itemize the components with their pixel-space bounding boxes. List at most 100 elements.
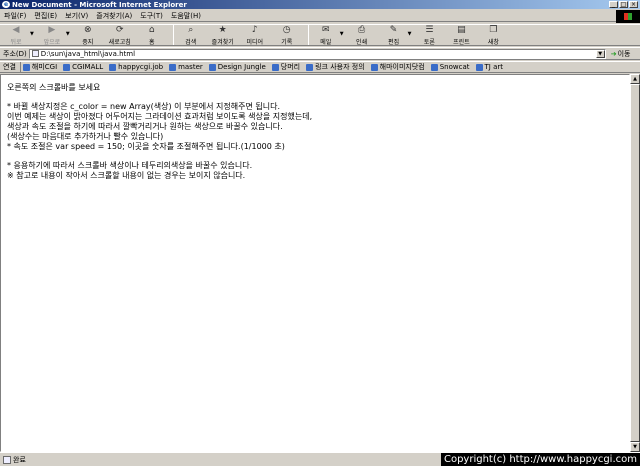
history-label: 기록	[281, 39, 293, 46]
print-preview-icon: ▤	[457, 25, 466, 35]
link-item[interactable]: Snowcat	[430, 63, 470, 71]
link-page-icon	[271, 63, 279, 71]
history-button[interactable]: ◷ 기록	[273, 25, 301, 46]
print-preview-button[interactable]: ▤ 프린트	[447, 25, 475, 46]
scroll-up-icon[interactable]: ▲	[630, 74, 640, 84]
back-arrow-icon: ◀	[12, 25, 20, 35]
page-icon	[31, 50, 39, 57]
link-page-icon	[430, 63, 438, 71]
forward-label: 앞으로	[43, 39, 61, 46]
edit-dropdown-icon[interactable]: ▼	[408, 31, 412, 37]
stop-icon: ⊗	[83, 25, 92, 35]
media-icon: ♪	[251, 25, 258, 35]
link-label: TJ art	[484, 63, 503, 71]
back-dropdown-icon[interactable]: ▼	[30, 31, 34, 37]
vertical-scrollbar[interactable]: ▲ ▼	[630, 74, 640, 452]
print-label: 인쇄	[356, 39, 368, 46]
link-label: 해미CGI	[31, 63, 58, 71]
new-window-icon: ❐	[489, 25, 498, 35]
links-bar: 연결 해미CGI CGIMALL happycgi.job master Des…	[0, 61, 640, 73]
content-line: 이번 예제는 색상이 밝아졌다 어두어지는 그라데이션 효과처럼 보이도록 색상…	[7, 112, 313, 121]
edit-label: 편집	[388, 39, 400, 46]
address-input[interactable]	[40, 49, 581, 58]
menu-favorites[interactable]: 즐겨찾기(A)	[96, 11, 132, 21]
menu-tools[interactable]: 도구(T)	[140, 11, 163, 21]
forward-button[interactable]: ▶ 앞으로	[38, 25, 66, 46]
status-bar: 완료 Copyright(c) http://www.happycgi.com	[0, 452, 640, 466]
maximize-button[interactable]: □	[619, 1, 628, 8]
link-item[interactable]: happycgi.job	[109, 63, 163, 71]
link-item[interactable]: 당머리	[271, 62, 301, 72]
content-heading: 오른쪽의 스크롤바를 보세요	[7, 83, 101, 92]
go-arrow-icon: ➔	[610, 49, 617, 58]
forward-dropdown-icon[interactable]: ▼	[66, 31, 70, 37]
link-item[interactable]: CGIMALL	[63, 63, 103, 71]
favorites-star-icon: ★	[218, 25, 227, 35]
mail-icon: ✉	[321, 25, 330, 35]
copyright-watermark: Copyright(c) http://www.happycgi.com	[440, 453, 640, 466]
link-page-icon	[208, 63, 216, 71]
home-button[interactable]: ⌂ 홈	[138, 25, 166, 46]
back-button[interactable]: ◀ 뒤로	[2, 25, 30, 46]
print-button[interactable]: ⎙ 인쇄	[348, 25, 376, 46]
search-icon: ⌕	[188, 25, 194, 35]
link-item[interactable]: 해미CGI	[22, 62, 58, 72]
link-page-icon	[63, 63, 71, 71]
menu-bar: 파일(F) 편집(E) 보기(V) 즐겨찾기(A) 도구(T) 도움말(H)	[0, 10, 640, 22]
search-button[interactable]: ⌕ 검색	[177, 25, 205, 46]
link-item[interactable]: Design Jungle	[208, 63, 266, 71]
edit-icon: ✎	[389, 25, 398, 35]
menu-view[interactable]: 보기(V)	[65, 11, 88, 21]
new-window-button[interactable]: ❐ 새창	[479, 25, 507, 46]
toolbar-divider	[307, 25, 309, 45]
content-line: * 응용하기에 따라서 스크롤바 색상이나 테두리의색상을 바꿀수 있습니다.	[7, 161, 253, 170]
link-label: Snowcat	[439, 63, 470, 71]
link-item[interactable]: 해마이미지닷컴	[370, 62, 425, 72]
menu-help[interactable]: 도움말(H)	[171, 11, 201, 21]
menu-file[interactable]: 파일(F)	[4, 11, 26, 21]
link-label: 해마이미지닷컴	[379, 63, 425, 71]
media-button[interactable]: ♪ 미디어	[241, 25, 269, 46]
address-dropdown-icon[interactable]: ▼	[595, 49, 605, 58]
link-item[interactable]: TJ art	[475, 63, 503, 71]
window-title: New Document - Microsoft Internet Explor…	[12, 0, 187, 9]
mail-button[interactable]: ✉ 메일	[312, 25, 340, 46]
scroll-thumb[interactable]	[630, 84, 640, 442]
page-content: 오른쪽의 스크롤바를 보세요 * 바뀔 색상지정은 c_color = new …	[0, 74, 630, 452]
toolbar-divider	[172, 25, 174, 45]
go-label: 이동	[617, 49, 631, 58]
stop-button[interactable]: ⊗ 중지	[74, 25, 102, 46]
go-button[interactable]: ➔ 이동	[611, 49, 631, 59]
minimize-button[interactable]: _	[609, 1, 618, 8]
link-label: 당머리	[280, 63, 301, 71]
link-item[interactable]: master	[169, 63, 203, 71]
links-label: 연결	[0, 62, 21, 72]
windows-logo-icon	[616, 10, 640, 23]
discuss-button[interactable]: ☰ 토론	[415, 25, 443, 46]
title-bar: e New Document - Microsoft Internet Expl…	[0, 0, 640, 9]
edit-button[interactable]: ✎ 편집	[380, 25, 408, 46]
mail-dropdown-icon[interactable]: ▼	[340, 31, 344, 37]
menu-edit[interactable]: 편집(E)	[34, 11, 57, 21]
discuss-icon: ☰	[425, 25, 434, 35]
home-icon: ⌂	[148, 25, 155, 35]
forward-arrow-icon: ▶	[48, 25, 56, 35]
content-line: * 바뀔 색상지정은 c_color = new Array(색상) 이 부분에…	[7, 102, 281, 111]
scroll-down-icon[interactable]: ▼	[630, 442, 640, 452]
new-window-label: 새창	[487, 39, 499, 46]
link-label: CGIMALL	[72, 63, 104, 71]
stop-label: 중지	[82, 39, 94, 46]
close-button[interactable]: ×	[629, 1, 638, 8]
content-line: ※ 참고로 내용이 작아서 스크롤할 내용이 없는 경우는 보이지 않습니다.	[7, 171, 246, 180]
back-label: 뒤로	[10, 39, 22, 46]
refresh-button[interactable]: ⟳ 새로고침	[106, 25, 134, 46]
link-item[interactable]: 링크 사용자 정의	[306, 62, 365, 72]
address-field[interactable]: ▼	[28, 48, 606, 59]
page-done-icon	[3, 455, 11, 464]
link-label: 링크 사용자 정의	[315, 63, 365, 71]
favorites-label: 즐겨찾기	[211, 39, 234, 46]
media-label: 미디어	[246, 39, 263, 46]
address-bar: 주소(D) ▼ ➔ 이동	[0, 47, 640, 60]
search-label: 검색	[185, 39, 197, 46]
favorites-button[interactable]: ★ 즐겨찾기	[209, 25, 237, 46]
